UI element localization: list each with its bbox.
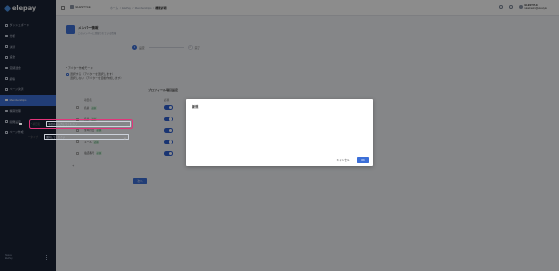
dialog-title: 新規 (192, 105, 199, 109)
field-name-input[interactable]: 項目名を入力してください (45, 121, 131, 127)
field-name-label: * 項目名 (30, 122, 41, 126)
field-name-row: * 項目名 項目名を入力してください (19, 119, 133, 129)
field-type-row: * タイプ 選択してください (25, 134, 129, 140)
chevron-down-icon (123, 136, 127, 139)
new-field-dialog: 新規 (186, 99, 373, 166)
drag-handle-icon[interactable] (19, 122, 22, 126)
input-placeholder: 項目名を入力してください (48, 122, 77, 126)
select-placeholder: 選択してください (46, 135, 65, 139)
field-type-label: * タイプ (28, 135, 39, 139)
field-type-select[interactable]: 選択してください (43, 134, 129, 140)
field-name-highlight: * 項目名 項目名を入力してください (28, 119, 133, 129)
clear-icon[interactable] (125, 123, 129, 127)
cancel-button[interactable]: キャンセル (333, 157, 353, 163)
ok-button[interactable]: OK (357, 157, 369, 163)
